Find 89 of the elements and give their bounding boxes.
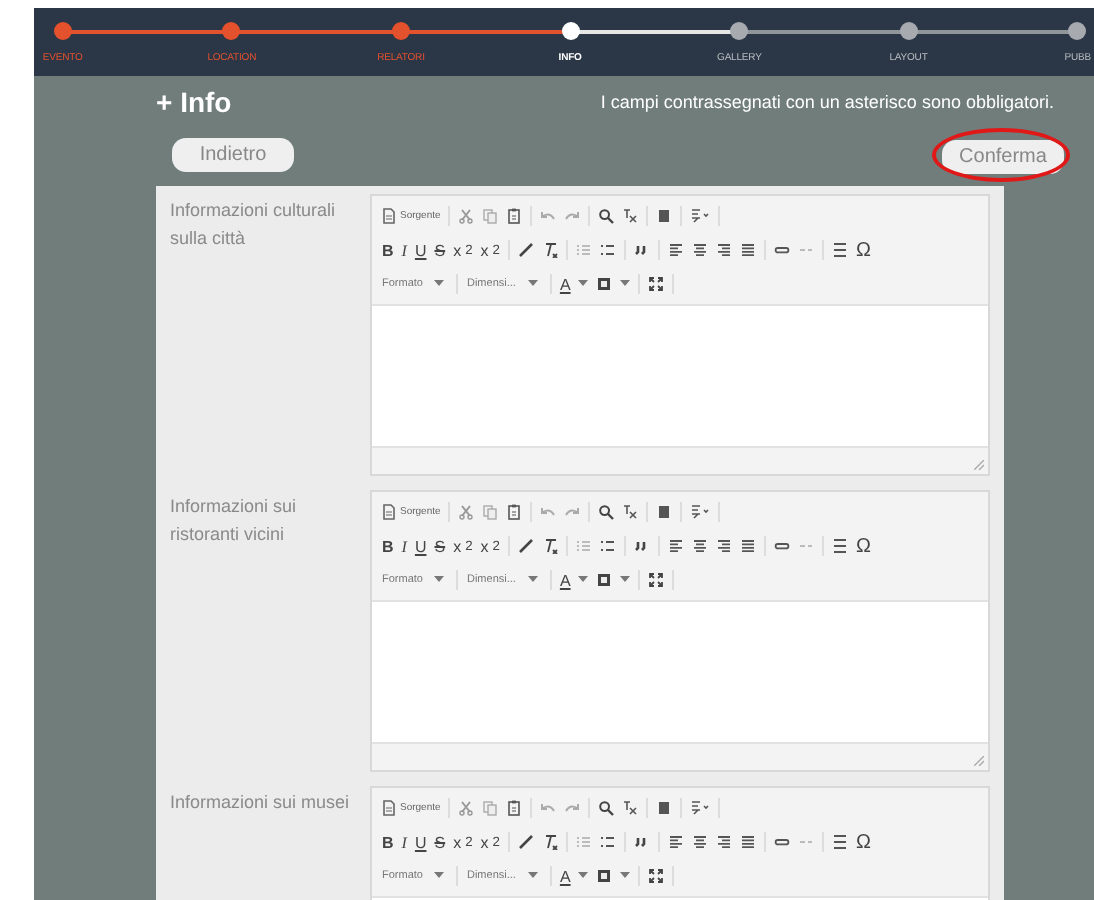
align-left-icon[interactable] [667,834,684,850]
justify-icon[interactable] [739,834,756,850]
quote-icon[interactable] [633,242,650,258]
section-title: + Info [156,86,232,118]
bulleted-list-icon[interactable] [599,834,616,850]
caret-icon [578,576,589,584]
text-color-button[interactable]: A [559,571,571,589]
caret-icon [527,576,538,584]
bold-button[interactable]: B [382,833,394,851]
caret-icon [620,280,631,288]
align-left-icon[interactable] [667,538,684,554]
scissors-icon[interactable] [458,208,475,224]
bold-button[interactable]: B [382,537,394,555]
caret-icon [578,280,589,288]
clipboard-icon[interactable] [506,800,523,816]
strikethrough-button[interactable]: S [434,537,446,555]
bulleted-list-icon[interactable] [599,538,616,554]
step-dot[interactable] [391,22,410,40]
step-dot[interactable] [730,22,749,40]
special-character-button[interactable]: Ω [855,831,871,853]
quote-icon[interactable] [633,834,650,850]
resize-handle-icon[interactable] [974,756,984,766]
underline-button[interactable]: U [414,833,427,851]
maximize-icon[interactable] [648,276,665,292]
bold-button[interactable]: B [382,241,394,259]
step-dot[interactable] [1068,22,1087,40]
step-dot[interactable] [222,22,241,40]
caret-icon [527,280,538,288]
strikethrough-button[interactable]: S [434,833,446,851]
search-icon[interactable] [598,800,615,816]
caret-icon [434,576,445,584]
clear-format-icon[interactable] [541,834,558,850]
background-color-icon[interactable] [596,276,613,292]
maximize-icon[interactable] [648,572,665,588]
align-center-icon[interactable] [691,242,708,258]
field-label: Informazioni culturali sulla città [170,198,338,252]
italic-button[interactable]: I [401,241,407,259]
clipboard-icon[interactable] [506,504,523,520]
align-right-icon[interactable] [715,834,732,850]
required-fields-notice: I campi contrassegnati con un asterisco sono obbligatori. [600,92,1054,112]
caret-icon [527,872,538,880]
special-character-button[interactable]: Ω [855,535,871,557]
clear-format-icon[interactable] [541,538,558,554]
text-color-button[interactable]: A [559,275,571,293]
italic-button[interactable]: I [401,537,407,555]
caret-icon [434,280,445,288]
document-icon [382,504,396,520]
align-center-icon[interactable] [691,834,708,850]
scissors-icon[interactable] [458,504,475,520]
horizontal-line-icon[interactable] [831,242,848,258]
align-left-icon[interactable] [667,242,684,258]
underline-button[interactable]: U [414,537,427,555]
align-center-icon[interactable] [691,538,708,554]
search-icon[interactable] [598,208,615,224]
field-label: Informazioni sui musei [170,790,352,816]
caret-icon [620,576,631,584]
bulleted-list-icon[interactable] [599,242,616,258]
field-label: Informazioni sui ristoranti vicini [170,494,299,548]
document-icon [382,208,396,224]
search-icon[interactable] [598,504,615,520]
link-icon[interactable] [773,538,790,554]
text-color-button[interactable]: A [559,867,571,885]
step-dot[interactable] [53,22,72,40]
document-icon [382,800,396,816]
strikethrough-button[interactable]: S [434,241,446,259]
maximize-icon[interactable] [648,868,665,884]
italic-button[interactable]: I [401,833,407,851]
special-character-button[interactable]: Ω [855,239,871,261]
justify-icon[interactable] [739,538,756,554]
align-right-icon[interactable] [715,242,732,258]
underline-button[interactable]: U [414,241,427,259]
justify-icon[interactable] [739,242,756,258]
align-right-icon[interactable] [715,538,732,554]
caret-icon [578,872,589,880]
horizontal-line-icon[interactable] [831,834,848,850]
caret-icon [620,872,631,880]
scissors-icon[interactable] [458,800,475,816]
clear-format-icon[interactable] [541,242,558,258]
background-color-icon[interactable] [596,868,613,884]
background-color-icon[interactable] [596,572,613,588]
clipboard-icon[interactable] [506,208,523,224]
quote-icon[interactable] [633,538,650,554]
link-icon[interactable] [773,242,790,258]
horizontal-line-icon[interactable] [831,538,848,554]
caret-icon [434,872,445,880]
step-dot[interactable] [561,22,580,40]
step-dot[interactable] [899,22,918,40]
resize-handle-icon[interactable] [974,460,984,470]
link-icon[interactable] [773,834,790,850]
